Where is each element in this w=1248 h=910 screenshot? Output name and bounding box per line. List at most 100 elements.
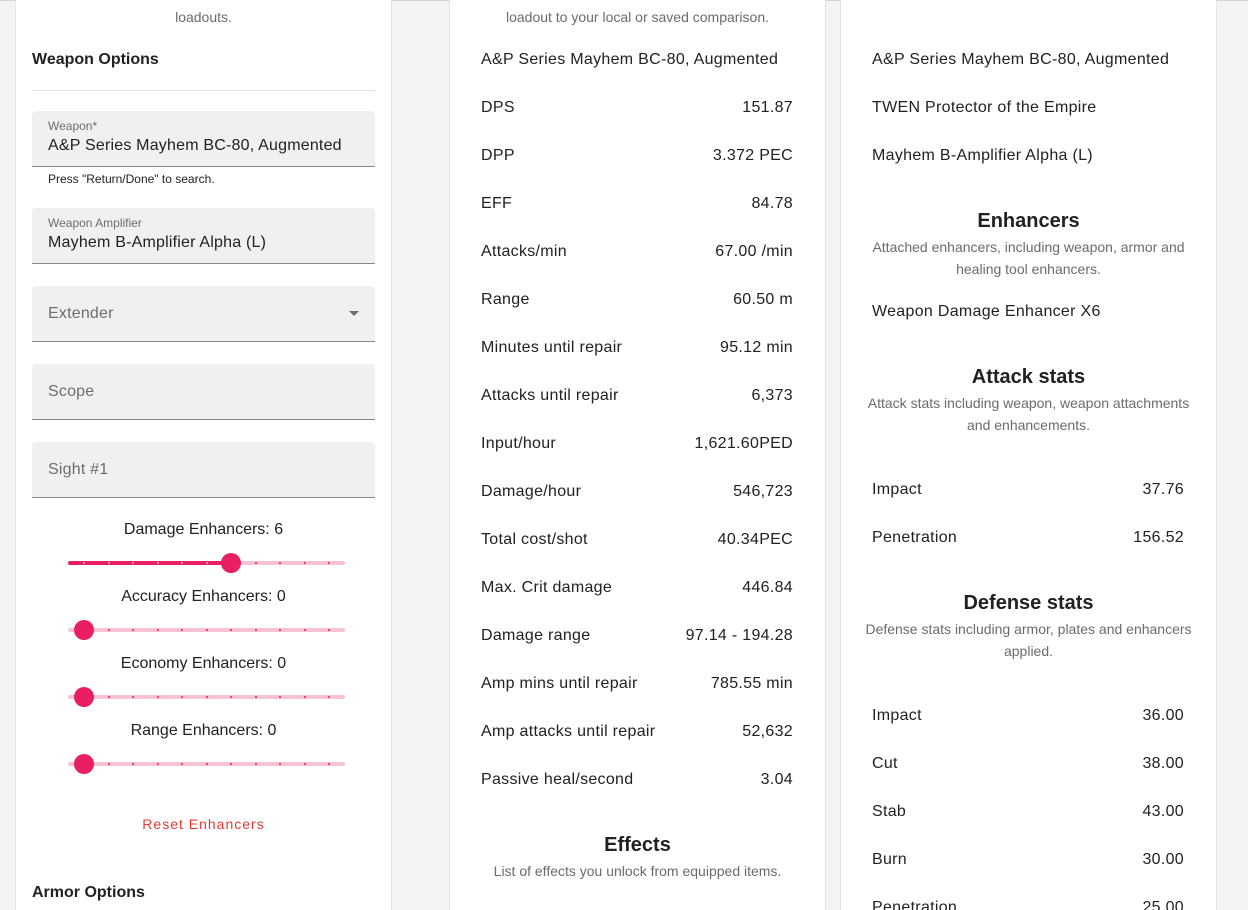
equipment-summary-panel: A&P Series Mayhem BC-80, Augmented TWEN … — [840, 0, 1217, 910]
slider-tick — [181, 629, 183, 631]
stat-value: 546,723 — [733, 483, 793, 500]
slider-tick — [254, 696, 257, 698]
stat-label: Input/hour — [481, 435, 557, 452]
accuracy-enhancers-slider[interactable] — [68, 620, 345, 640]
slider-tick — [107, 763, 110, 765]
divider — [32, 90, 375, 91]
stat-label: Minutes until repair — [481, 339, 623, 356]
reset-enhancers-button[interactable]: Reset Enhancers — [16, 816, 391, 832]
chevron-down-icon[interactable] — [349, 311, 359, 316]
range-enhancers-label: Range Enhancers: 0 — [130, 722, 277, 739]
stat-label: Passive heal/second — [481, 771, 634, 788]
slider-tick — [279, 629, 281, 631]
loadout-options-panel: loadouts. Weapon Options Weapon* A&P Ser… — [15, 0, 392, 910]
stat-value: 1,621.60PED — [694, 435, 793, 452]
slider-tick — [230, 696, 232, 698]
stat-value: 25.00 — [1142, 899, 1184, 910]
stat-row: Attacks/min 67.00 /min — [481, 240, 793, 264]
panel-description: loadout to your local or saved compariso… — [505, 9, 770, 25]
stat-label: Damage/hour — [481, 483, 582, 500]
weapon-field[interactable]: Weapon* A&P Series Mayhem BC-80, Augment… — [32, 111, 375, 167]
slider-tick — [107, 562, 110, 564]
stat-value: 156.52 — [1133, 529, 1184, 546]
equipped-item: A&P Series Mayhem BC-80, Augmented — [872, 51, 1170, 68]
stat-label: Impact — [872, 481, 922, 498]
defense-stat-row: Stab 43.00 — [872, 800, 1184, 824]
defense-stat-row: Penetration 25.00 — [872, 896, 1184, 910]
stat-value: 95.12 min — [720, 339, 793, 356]
slider-tick — [132, 696, 134, 698]
sight-placeholder: Sight #1 — [48, 461, 109, 478]
slider-tick — [230, 763, 232, 765]
stat-label: Attacks/min — [481, 243, 567, 260]
stat-row: DPP 3.372 PEC — [481, 144, 793, 168]
extender-select[interactable]: Extender — [32, 286, 375, 342]
attack-stats-subtitle: Attack stats including weapon, weapon at… — [867, 395, 1190, 433]
defense-stats-title: Defense stats — [963, 592, 1094, 614]
equipped-item: TWEN Protector of the Empire — [872, 99, 1097, 116]
stat-value: 97.14 - 194.28 — [685, 627, 793, 644]
enhancers-subtitle: Attached enhancers, including weapon, ar… — [872, 239, 1185, 277]
slider-tick — [303, 629, 306, 631]
slider-tick — [279, 562, 281, 564]
weapon-amplifier-field[interactable]: Weapon Amplifier Mayhem B-Amplifier Alph… — [32, 208, 375, 264]
stat-value: 43.00 — [1142, 803, 1184, 820]
slider-tick — [254, 562, 257, 564]
slider-tick — [279, 696, 281, 698]
stat-label: Cut — [872, 755, 898, 772]
stat-value: 3.372 PEC — [712, 147, 793, 164]
stat-label: Total cost/shot — [481, 531, 588, 548]
stat-value: 40.34PEC — [717, 531, 793, 548]
slider-tick — [156, 629, 159, 631]
damage-enhancers-slider[interactable] — [68, 553, 345, 573]
stat-label: Impact — [872, 707, 922, 724]
stat-value: 67.00 /min — [715, 243, 793, 260]
economy-enhancers-slider[interactable] — [68, 687, 345, 707]
slider-thumb[interactable] — [221, 553, 241, 573]
stat-label: Penetration — [872, 899, 958, 910]
slider-tick — [156, 763, 159, 765]
economy-enhancers-label: Economy Enhancers: 0 — [120, 655, 287, 672]
slider-tick — [328, 763, 330, 765]
stat-value: 6,373 — [751, 387, 793, 404]
stat-label: Damage range — [481, 627, 591, 644]
slider-tick — [181, 562, 183, 564]
slider-tick — [205, 629, 208, 631]
stat-value: 52,632 — [742, 723, 793, 740]
stat-label: Penetration — [872, 529, 958, 546]
scope-field[interactable]: Scope — [32, 364, 375, 420]
stat-value: 785.55 min — [710, 675, 793, 692]
stat-row: EFF 84.78 — [481, 192, 793, 216]
armor-options-title: Armor Options — [32, 884, 145, 901]
defense-stat-row: Cut 38.00 — [872, 752, 1184, 776]
stat-value: 84.78 — [751, 195, 793, 212]
slider-tick — [132, 562, 134, 564]
stat-label: DPS — [481, 99, 515, 116]
panel-description: loadouts. — [175, 9, 232, 25]
stat-label: Amp attacks until repair — [481, 723, 656, 740]
slider-tick — [132, 629, 134, 631]
stat-label: Range — [481, 291, 530, 308]
stat-row: Attacks until repair 6,373 — [481, 384, 793, 408]
weapon-name: A&P Series Mayhem BC-80, Augmented — [481, 51, 779, 68]
attack-stat-row: Penetration 156.52 — [872, 526, 1184, 550]
enhancer-item: Weapon Damage Enhancer X6 — [872, 303, 1101, 320]
scope-placeholder: Scope — [48, 383, 95, 400]
enhancers-title: Enhancers — [977, 210, 1080, 232]
slider-thumb[interactable] — [74, 687, 94, 707]
range-enhancers-slider[interactable] — [68, 754, 345, 774]
stat-row: Passive heal/second 3.04 — [481, 768, 793, 792]
stat-value: 37.76 — [1142, 481, 1184, 498]
effects-title: Effects — [604, 834, 671, 856]
sight-field[interactable]: Sight #1 — [32, 442, 375, 498]
slider-tick — [303, 763, 306, 765]
slider-tick — [303, 562, 306, 564]
slider-tick — [205, 562, 208, 564]
weapon-field-label: Weapon* — [48, 119, 98, 133]
stat-row: Total cost/shot 40.34PEC — [481, 528, 793, 552]
slider-thumb[interactable] — [74, 620, 94, 640]
slider-thumb[interactable] — [74, 754, 94, 774]
stat-row: Max. Crit damage 446.84 — [481, 576, 793, 600]
slider-tick — [279, 763, 281, 765]
slider-tick — [132, 763, 134, 765]
